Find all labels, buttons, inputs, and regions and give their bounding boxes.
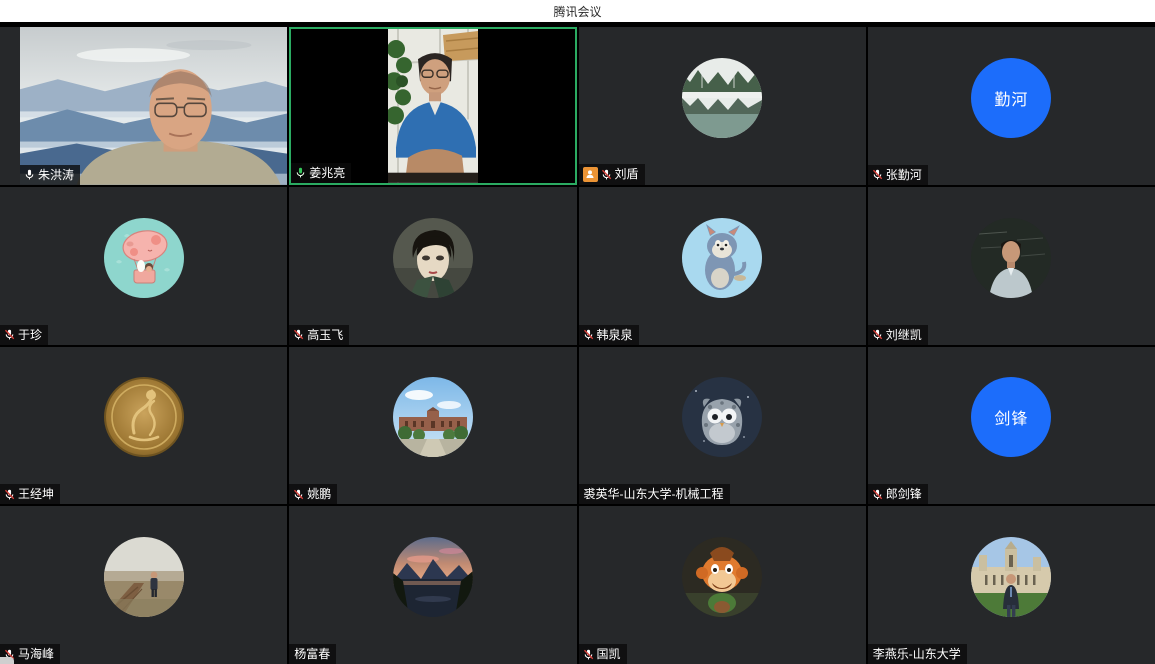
avatar-orange-monkey-cartoon [682, 537, 762, 617]
avatar-pig-hot-air-balloon [104, 218, 184, 298]
mic-muted-icon [583, 649, 594, 660]
name-label: 于珍 [0, 325, 48, 345]
host-badge-icon [583, 167, 598, 182]
name-label: 李燕乐-山东大学 [868, 644, 967, 664]
mic-speaking-icon [295, 167, 306, 178]
participant-tile-active-speaker[interactable]: 姜兆亮 [289, 27, 576, 185]
participant-name: 朱洪涛 [38, 168, 74, 182]
participant-tile[interactable]: 刘继凯 [868, 187, 1155, 345]
avatar-campus-building [393, 377, 473, 457]
avatar-initials: 勤河 [971, 58, 1051, 138]
participant-name: 韩泉泉 [597, 328, 633, 342]
participant-grid: 朱洪涛 [0, 27, 1155, 664]
app-title: 腾讯会议 [553, 3, 601, 20]
initials-text: 剑锋 [994, 405, 1028, 429]
avatar-man-blackboard [971, 218, 1051, 298]
mic-muted-icon [583, 329, 594, 340]
mic-muted-icon [4, 329, 15, 340]
participant-name: 于珍 [18, 328, 42, 342]
participant-tile[interactable]: 李燕乐-山东大学 [868, 506, 1155, 664]
participant-tile[interactable]: 马海峰 [0, 506, 287, 664]
name-label: 姜兆亮 [291, 163, 351, 183]
participant-name: 姜兆亮 [309, 166, 345, 180]
participant-name: 裘英华-山东大学-机械工程 [584, 487, 724, 501]
participant-tile[interactable]: 剑锋 郎剑锋 [868, 347, 1155, 505]
participant-tile[interactable]: 姚鹏 [289, 347, 576, 505]
participant-tile[interactable]: 王经坤 [0, 347, 287, 505]
window-corner-decoration [0, 657, 14, 664]
name-label: 郎剑锋 [868, 484, 928, 504]
name-label: 刘继凯 [868, 325, 928, 345]
mic-on-icon [24, 169, 35, 180]
participant-name: 李燕乐-山东大学 [873, 647, 961, 661]
avatar-man-college-lawn [971, 537, 1051, 617]
participant-tile[interactable]: 刘盾 [579, 27, 866, 185]
participant-name: 高玉飞 [307, 328, 343, 342]
participant-tile[interactable]: 韩泉泉 [579, 187, 866, 345]
avatar-dusk-mountain-lake [393, 537, 473, 617]
mic-muted-icon [872, 169, 883, 180]
name-label: 高玉飞 [289, 325, 349, 345]
participant-name: 刘盾 [615, 167, 639, 181]
participant-name: 马海峰 [18, 647, 54, 661]
avatar-initials: 剑锋 [971, 377, 1051, 457]
name-label: 张勤河 [868, 165, 928, 185]
participant-name: 郎剑锋 [886, 487, 922, 501]
mic-muted-icon [601, 169, 612, 180]
name-label: 刘盾 [579, 164, 645, 185]
participant-tile[interactable]: 杨富春 [289, 506, 576, 664]
avatar-gold-coin-emblem [104, 377, 184, 457]
participant-name: 杨富春 [294, 647, 330, 661]
mic-muted-icon [293, 489, 304, 500]
participant-tile[interactable]: 于珍 [0, 187, 287, 345]
video-feed [388, 29, 478, 183]
name-label: 姚鹏 [289, 484, 337, 504]
participant-name: 张勤河 [886, 168, 922, 182]
avatar-boardwalk-landscape [104, 537, 184, 617]
name-label: 杨富春 [289, 644, 336, 664]
participant-tile[interactable]: 勤河 张勤河 [868, 27, 1155, 185]
mic-muted-icon [293, 329, 304, 340]
participant-name: 王经坤 [18, 487, 54, 501]
avatar-tom-cat-cartoon [682, 218, 762, 298]
name-label: 裘英华-山东大学-机械工程 [579, 484, 730, 504]
mic-muted-icon [4, 489, 15, 500]
avatar-pale-face-portrait [393, 218, 473, 298]
participant-tile[interactable]: 国凯 [579, 506, 866, 664]
video-feed [20, 27, 287, 185]
participant-name: 刘继凯 [886, 328, 922, 342]
mic-muted-icon [872, 489, 883, 500]
participant-name: 国凯 [597, 647, 621, 661]
meeting-window: 腾讯会议 [0, 0, 1155, 664]
avatar-lake-reflection [682, 58, 762, 138]
participant-tile[interactable]: 裘英华-山东大学-机械工程 [579, 347, 866, 505]
initials-text: 勤河 [994, 86, 1028, 110]
title-bar[interactable]: 腾讯会议 [0, 0, 1155, 22]
avatar-spotted-owl-cartoon [682, 377, 762, 457]
name-label: 国凯 [579, 644, 627, 664]
mic-muted-icon [872, 329, 883, 340]
name-label: 朱洪涛 [20, 165, 80, 185]
name-label: 王经坤 [0, 484, 60, 504]
participant-tile[interactable]: 朱洪涛 [0, 27, 287, 185]
participant-name: 姚鹏 [307, 487, 331, 501]
participant-tile[interactable]: 高玉飞 [289, 187, 576, 345]
name-label: 韩泉泉 [579, 325, 639, 345]
